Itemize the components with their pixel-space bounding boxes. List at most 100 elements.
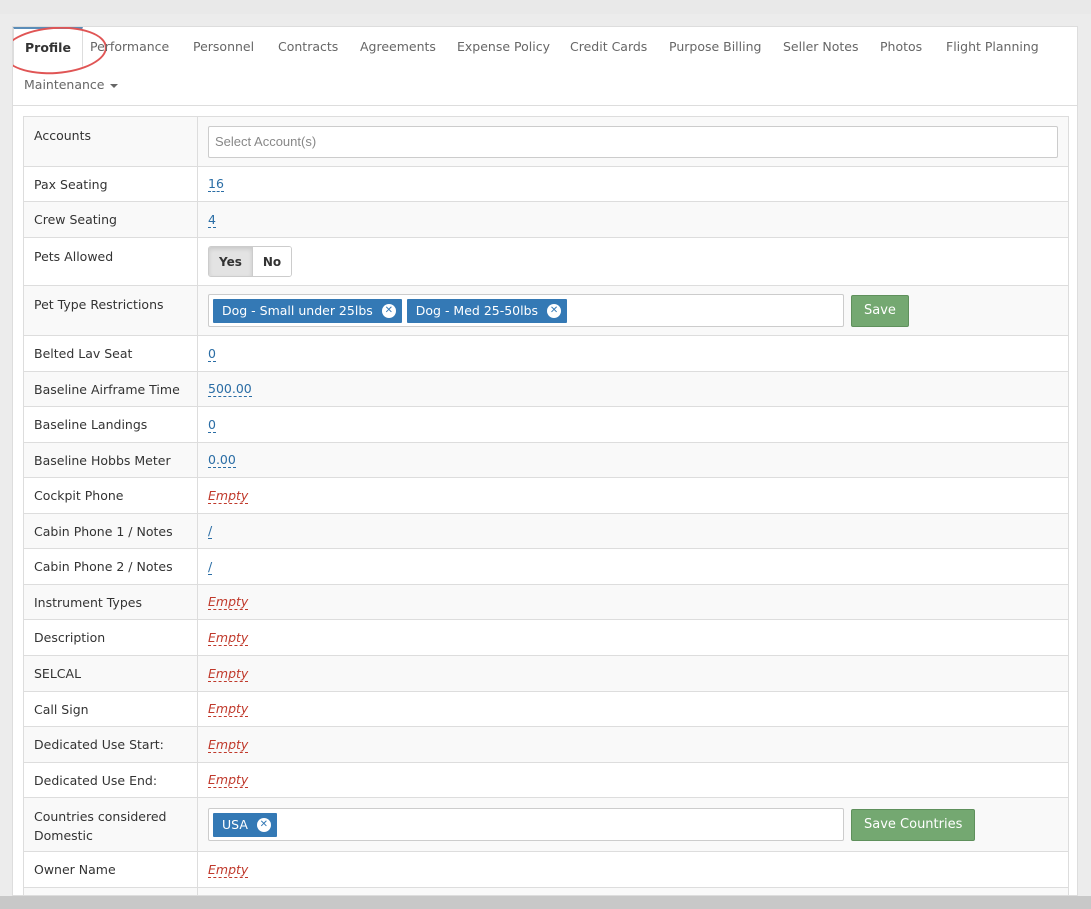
table-row <box>24 888 1068 895</box>
row-label: Pets Allowed <box>24 238 198 285</box>
pets-yes-button[interactable]: Yes <box>209 247 253 276</box>
profile-table: Accounts Pax Seating 16 Crew Seating 4 P… <box>23 116 1069 895</box>
row-value: 0.00 <box>198 443 1068 477</box>
remove-tag-icon[interactable]: ✕ <box>381 303 396 318</box>
table-row: Pet Type Restrictions Dog - Small under … <box>24 286 1068 336</box>
tab-bar: Profile Performance Personnel Contracts … <box>13 27 1077 106</box>
tab-contracts[interactable]: Contracts <box>278 28 338 66</box>
tab-performance[interactable]: Performance <box>90 28 169 66</box>
tab-agreements[interactable]: Agreements <box>360 28 436 66</box>
table-row: Call Sign Empty <box>24 692 1068 727</box>
row-value: Empty <box>198 727 1068 762</box>
table-row: Pax Seating 16 <box>24 167 1068 202</box>
pax-seating-editable[interactable]: 16 <box>208 176 224 192</box>
row-label: Cabin Phone 2 / Notes <box>24 549 198 584</box>
cabin-phone-1-editable[interactable]: / <box>208 523 213 539</box>
tab-personnel[interactable]: Personnel <box>193 28 254 66</box>
tab-purpose-billing[interactable]: Purpose Billing <box>669 28 761 66</box>
baseline-landings-editable[interactable]: 0 <box>208 417 216 433</box>
pets-no-button[interactable]: No <box>252 247 292 276</box>
tab-label: Profile <box>25 40 71 55</box>
accounts-select-input[interactable] <box>208 125 1058 158</box>
row-value: Empty <box>198 478 1068 513</box>
row-value: 0 <box>198 407 1068 442</box>
row-label: Belted Lav Seat <box>24 336 198 371</box>
table-row: Pets Allowed Yes No <box>24 238 1068 286</box>
dedicated-end-editable[interactable]: Empty <box>208 772 249 788</box>
tag-label: USA <box>222 817 248 832</box>
row-label: Baseline Hobbs Meter <box>24 443 198 477</box>
table-row: Dedicated Use Start: Empty <box>24 727 1068 763</box>
tab-seller-notes[interactable]: Seller Notes <box>783 28 858 66</box>
row-value: Yes No <box>198 238 1068 285</box>
table-row: Accounts <box>24 117 1068 167</box>
save-countries-button[interactable]: Save Countries <box>851 808 976 841</box>
tab-maintenance-dropdown[interactable]: Maintenance <box>24 66 118 104</box>
countries-tag-input[interactable]: USA ✕ <box>208 808 844 841</box>
table-row: Countries considered Domestic USA ✕ Save … <box>24 798 1068 852</box>
table-row: Cockpit Phone Empty <box>24 478 1068 514</box>
row-value: 500.00 <box>198 372 1068 406</box>
pets-allowed-toggle: Yes No <box>208 246 293 277</box>
row-label: Accounts <box>24 117 198 166</box>
row-value: / <box>198 549 1068 584</box>
row-label: SELCAL <box>24 656 198 691</box>
description-editable[interactable]: Empty <box>208 630 249 646</box>
tab-label: Maintenance <box>24 77 105 92</box>
belted-lav-editable[interactable]: 0 <box>208 346 216 362</box>
table-row: Baseline Airframe Time 500.00 <box>24 372 1068 407</box>
call-sign-editable[interactable]: Empty <box>208 701 249 717</box>
row-label: Call Sign <box>24 692 198 726</box>
row-value: 16 <box>198 167 1068 201</box>
baseline-airframe-editable[interactable]: 500.00 <box>208 381 252 397</box>
remove-tag-icon[interactable]: ✕ <box>256 817 271 832</box>
row-label: Countries considered Domestic <box>24 798 198 851</box>
pet-type-tag-input[interactable]: Dog - Small under 25lbs ✕ Dog - Med 25-50… <box>208 294 844 327</box>
tab-expense-policy[interactable]: Expense Policy <box>457 28 550 66</box>
tag-label: Dog - Small under 25lbs <box>222 303 373 318</box>
row-label: Dedicated Use Start: <box>24 727 198 762</box>
cockpit-phone-editable[interactable]: Empty <box>208 488 249 504</box>
tag-chip: Dog - Med 25-50lbs ✕ <box>406 298 568 323</box>
row-label: Baseline Landings <box>24 407 198 442</box>
tab-photos[interactable]: Photos <box>880 28 922 66</box>
row-label: Description <box>24 620 198 655</box>
table-row: Cabin Phone 2 / Notes / <box>24 549 1068 585</box>
row-value: Empty <box>198 692 1068 726</box>
instrument-types-editable[interactable]: Empty <box>208 594 249 610</box>
selcal-editable[interactable]: Empty <box>208 666 249 682</box>
row-value: 0 <box>198 336 1068 371</box>
row-label: Cockpit Phone <box>24 478 198 513</box>
row-label: Cabin Phone 1 / Notes <box>24 514 198 548</box>
tab-profile[interactable]: Profile <box>13 27 83 67</box>
tab-credit-cards[interactable]: Credit Cards <box>570 28 647 66</box>
save-pet-types-button[interactable]: Save <box>851 294 909 327</box>
tag-chip: USA ✕ <box>213 812 277 837</box>
remove-tag-icon[interactable]: ✕ <box>547 303 562 318</box>
table-row: Belted Lav Seat 0 <box>24 336 1068 372</box>
row-value: Empty <box>198 585 1068 619</box>
cabin-phone-2-editable[interactable]: / <box>208 559 213 575</box>
row-label: Crew Seating <box>24 202 198 237</box>
row-value: Dog - Small under 25lbs ✕ Dog - Med 25-50… <box>198 286 1068 335</box>
tag-label: Dog - Med 25-50lbs <box>415 303 539 318</box>
row-value: Empty <box>198 763 1068 797</box>
table-row: Description Empty <box>24 620 1068 656</box>
crew-seating-editable[interactable]: 4 <box>208 212 216 228</box>
row-value: USA ✕ Save Countries <box>198 798 1068 851</box>
owner-name-editable[interactable]: Empty <box>208 862 249 878</box>
table-row: SELCAL Empty <box>24 656 1068 692</box>
row-label: Pet Type Restrictions <box>24 286 198 335</box>
table-row: Dedicated Use End: Empty <box>24 763 1068 798</box>
dedicated-start-editable[interactable]: Empty <box>208 737 249 753</box>
tab-flight-planning[interactable]: Flight Planning <box>946 28 1039 66</box>
row-value: Empty <box>198 620 1068 655</box>
table-row: Baseline Hobbs Meter 0.00 <box>24 443 1068 478</box>
table-row: Crew Seating 4 <box>24 202 1068 238</box>
table-row: Baseline Landings 0 <box>24 407 1068 443</box>
row-label <box>24 888 198 895</box>
baseline-hobbs-editable[interactable]: 0.00 <box>208 452 236 468</box>
table-row: Cabin Phone 1 / Notes / <box>24 514 1068 549</box>
horizontal-scrollbar[interactable] <box>0 896 1091 909</box>
tag-chip: Dog - Small under 25lbs ✕ <box>213 298 402 323</box>
